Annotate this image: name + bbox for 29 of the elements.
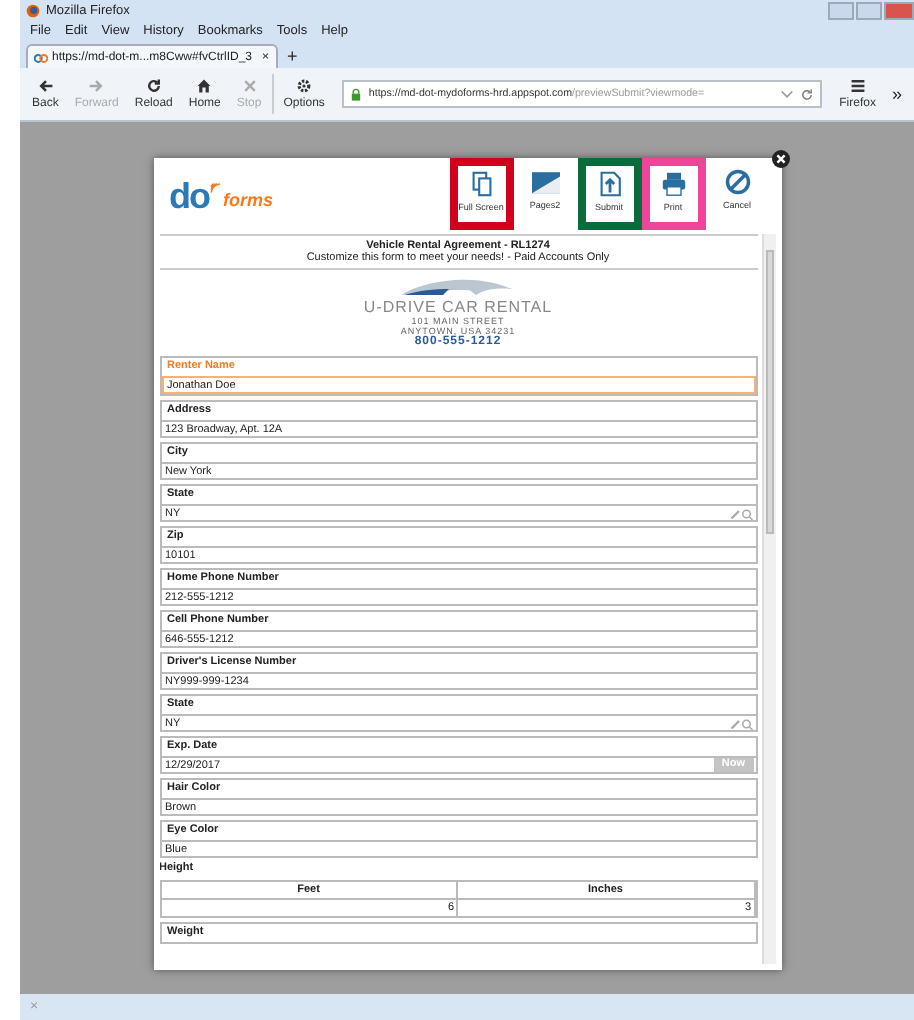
logo-text: do xyxy=(169,175,209,217)
company-name: U-DRIVE CAR RENTAL xyxy=(363,298,553,316)
back-arrow-icon xyxy=(37,78,54,94)
printer-icon xyxy=(659,170,687,198)
doforms-tab-icon xyxy=(34,50,48,64)
close-icon[interactable] xyxy=(771,150,789,168)
minimize-button[interactable] xyxy=(828,1,854,19)
stop-icon xyxy=(241,78,258,94)
settings-icon xyxy=(296,78,313,94)
forward-arrow-icon xyxy=(88,78,105,94)
lookup-icon[interactable] xyxy=(729,507,753,519)
padlock-icon xyxy=(350,87,363,101)
menu-icon xyxy=(849,78,866,94)
close-button[interactable] xyxy=(884,1,914,19)
panel-icon xyxy=(531,168,559,196)
reload-icon[interactable] xyxy=(799,87,814,101)
logo-text: forms xyxy=(223,190,274,210)
scrollbar[interactable] xyxy=(761,234,775,964)
lookup-icon[interactable] xyxy=(729,717,753,729)
maximize-button[interactable] xyxy=(856,1,882,19)
new-tab-button[interactable]: + xyxy=(277,46,308,68)
cancel-icon xyxy=(723,168,751,196)
overflow-button[interactable]: » xyxy=(885,84,908,104)
upload-document-icon xyxy=(595,170,623,198)
home-icon xyxy=(196,78,213,94)
firefox-icon xyxy=(26,3,40,17)
pages-icon xyxy=(467,170,495,198)
reload-icon xyxy=(145,78,162,94)
signal-waves-icon xyxy=(209,179,223,193)
